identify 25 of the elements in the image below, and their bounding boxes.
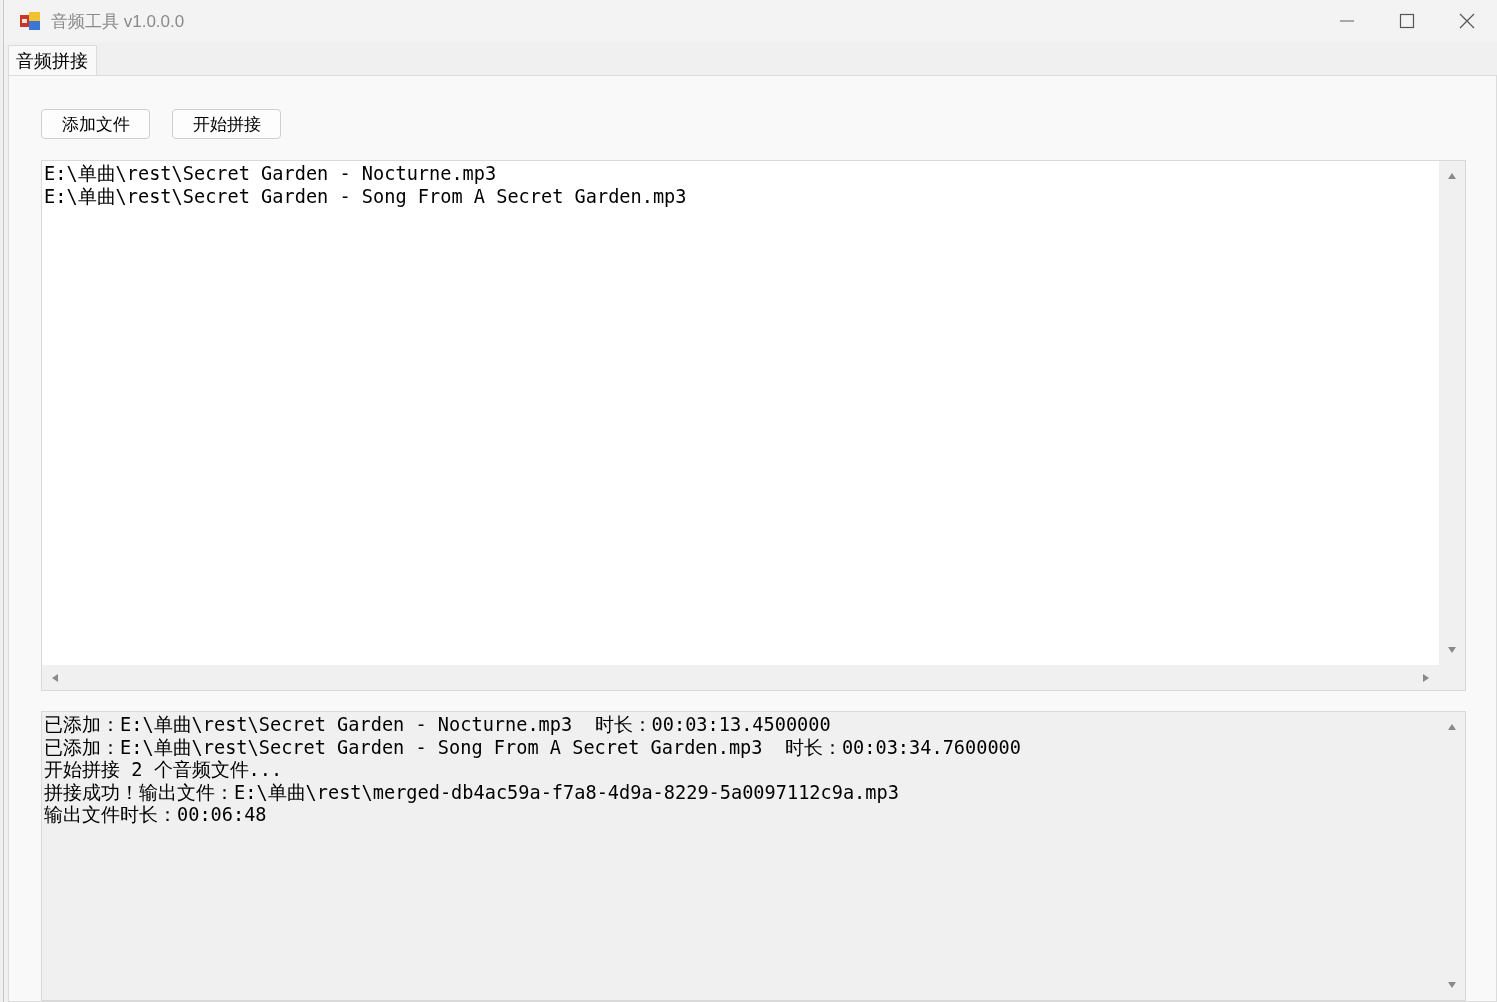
file-list-box[interactable]: E:\单曲\rest\Secret Garden - Nocturne.mp3 E:\单曲\rest\Secret Garden - Song From A Secret Garden.mp3 (42, 161, 1439, 665)
app-icon (20, 11, 41, 31)
scroll-up-icon[interactable] (1447, 171, 1457, 181)
scroll-right-icon[interactable] (1421, 672, 1431, 683)
text-line: 已添加：E:\单曲\rest\Secret Garden - Nocturne.mp3 时长：00:03:13.4500000 (44, 714, 832, 737)
horizontal-scrollbar[interactable] (42, 665, 1465, 690)
push-button[interactable]: 开始拼接 (172, 109, 281, 139)
scroll-up-icon[interactable] (1447, 722, 1457, 732)
vertical-scrollbar[interactable] (1439, 712, 1465, 1000)
scroll-down-icon[interactable] (1447, 980, 1457, 990)
log-box[interactable] (42, 712, 1439, 1000)
scroll-left-icon[interactable] (50, 672, 60, 683)
text-line: 已添加：E:\单曲\rest\Secret Garden - Song From A Secret Garden.mp3 时长：00:03:34.7600000 (44, 736, 1022, 759)
text-line: 开始拼接 2 个音频文件... (44, 759, 284, 782)
tab[interactable]: 音频拼接 (8, 45, 97, 75)
text-line: 拼接成功！输出文件：E:\单曲\rest\merged-db4ac59a-f7a8-4d9a-8229-5a0097112c9a.mp3 (44, 781, 900, 804)
text-line: E:\单曲\rest\Secret Garden - Song From A Secret Garden.mp3 (44, 185, 688, 208)
vertical-scrollbar[interactable] (1439, 161, 1465, 665)
scroll-down-icon[interactable] (1447, 645, 1457, 655)
text-line: 输出文件时长：00:06:48 (44, 804, 268, 827)
close-icon[interactable] (1459, 13, 1475, 29)
maximize-icon[interactable] (1399, 13, 1415, 29)
push-button[interactable]: 添加文件 (41, 109, 150, 139)
text-line: E:\单曲\rest\Secret Garden - Nocturne.mp3 (44, 163, 498, 186)
window-title: 音频工具 v1.0.0.0 (51, 10, 186, 33)
